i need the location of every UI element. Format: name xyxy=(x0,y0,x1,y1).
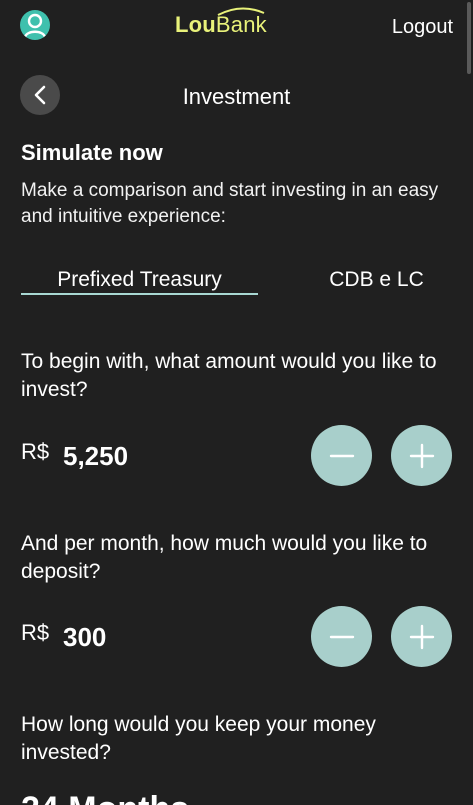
user-avatar-icon[interactable] xyxy=(20,10,50,40)
logout-button[interactable]: Logout xyxy=(392,16,453,39)
investment-screen: LouBank Logout Investment Simulate now M… xyxy=(0,0,473,805)
initial-amount-question: To begin with, what amount would you lik… xyxy=(21,350,437,401)
active-tab-indicator xyxy=(21,293,258,295)
tab-cdb-e-lc[interactable]: CDB e LC xyxy=(300,268,453,292)
brand-arc-icon xyxy=(217,7,265,16)
monthly-deposit-decrease-button[interactable] xyxy=(311,606,372,667)
monthly-deposit-question: And per month, how much would you like t… xyxy=(21,532,428,583)
monthly-deposit-value: 300 xyxy=(63,622,107,652)
plus-icon xyxy=(409,443,434,468)
page-title: Investment xyxy=(182,84,291,109)
plus-icon xyxy=(409,624,434,649)
section-description: Make a comparison and start investing in… xyxy=(21,180,439,227)
top-bar: LouBank Logout xyxy=(0,0,473,74)
monthly-deposit-increase-button[interactable] xyxy=(391,606,452,667)
brand-name-lou: Lou xyxy=(175,12,216,37)
section-title: Simulate now xyxy=(21,140,163,165)
minus-icon xyxy=(329,454,354,457)
duration-question: How long would you keep your money inves… xyxy=(21,713,376,764)
initial-amount-increase-button[interactable] xyxy=(391,425,452,486)
currency-label: R$ xyxy=(21,620,50,645)
currency-label: R$ xyxy=(21,439,50,464)
initial-amount-value: 5,250 xyxy=(63,441,129,471)
tab-prefixed-treasury[interactable]: Prefixed Treasury xyxy=(21,268,258,292)
scrollbar[interactable] xyxy=(467,2,471,74)
initial-amount-decrease-button[interactable] xyxy=(311,425,372,486)
minus-icon xyxy=(329,635,354,638)
duration-value: 24 Months xyxy=(21,790,189,805)
